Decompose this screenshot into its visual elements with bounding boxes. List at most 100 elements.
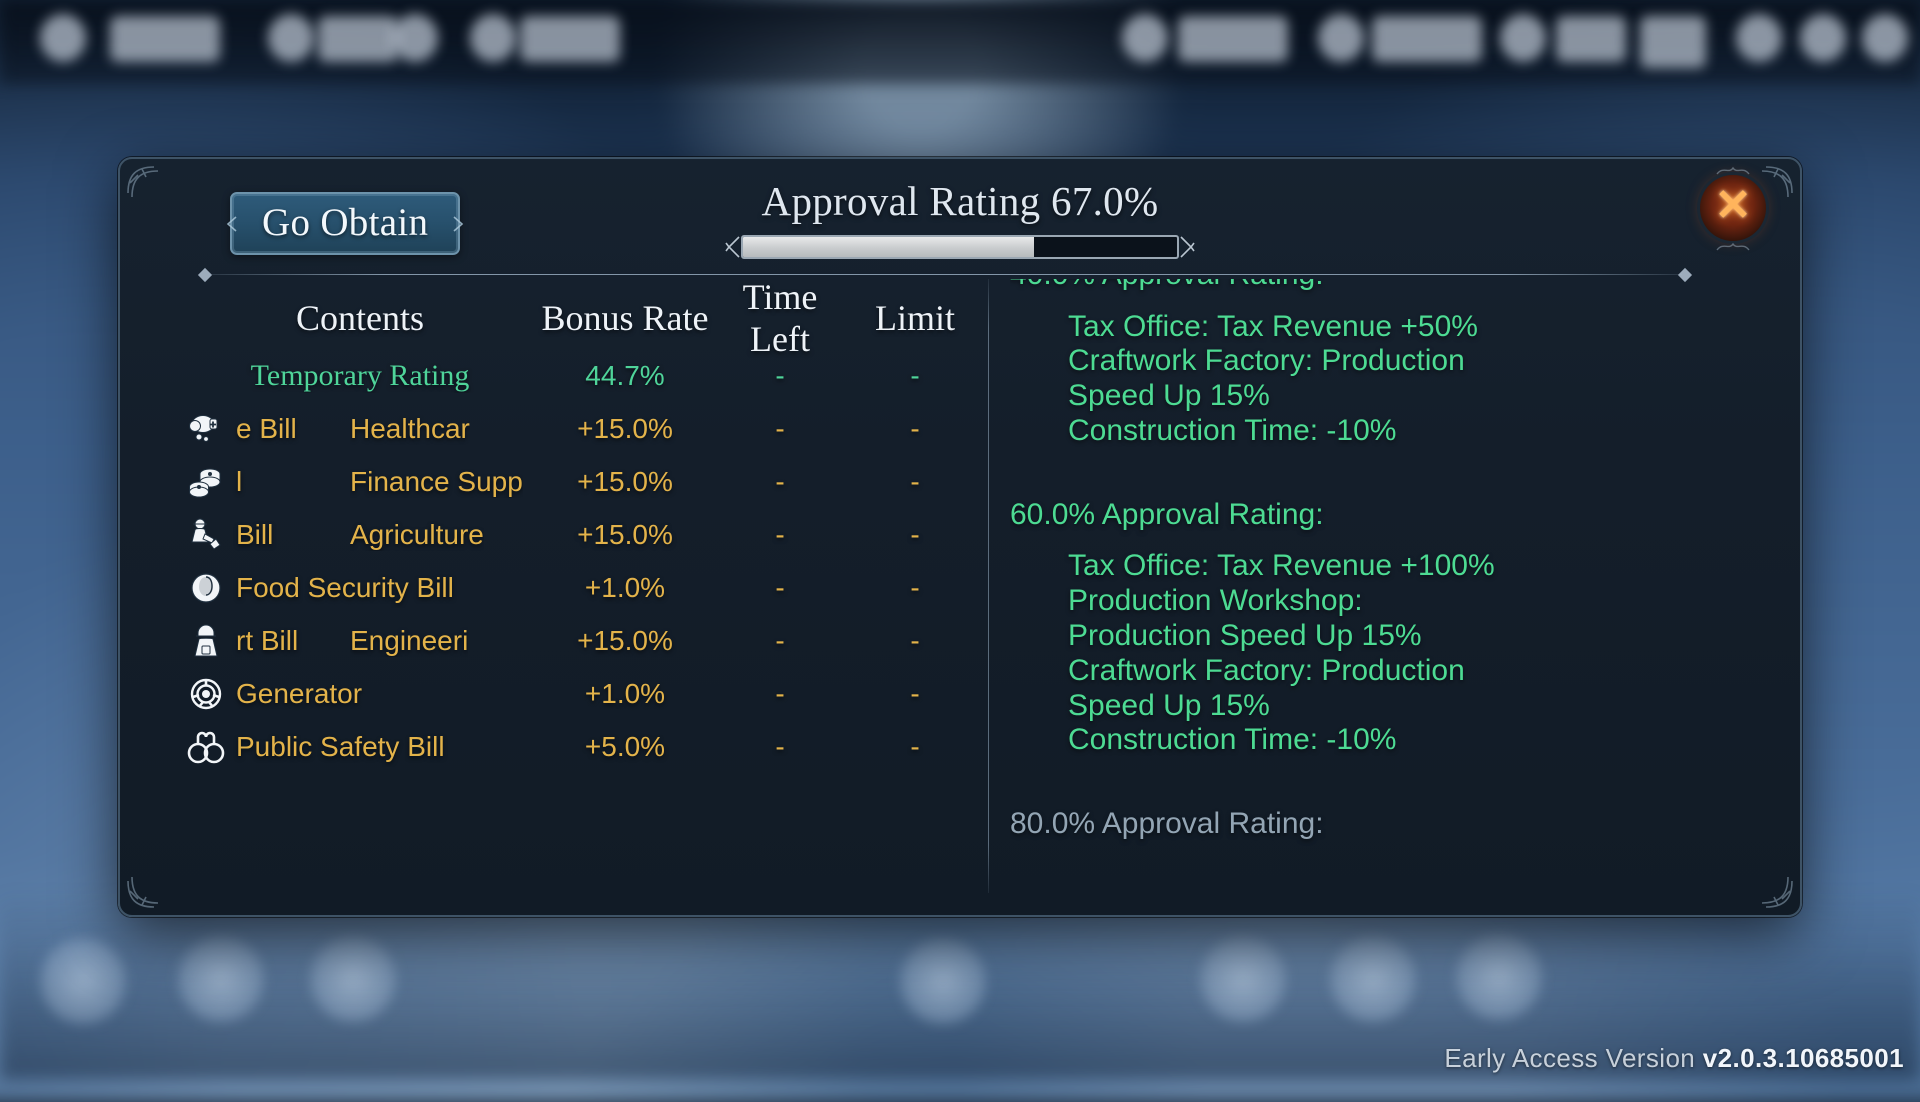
row-name-secondary: Agriculture — [350, 519, 484, 551]
engineer-icon — [184, 621, 228, 661]
row-name-primary: rt Bill — [236, 625, 298, 657]
row-name-primary: l — [236, 466, 242, 498]
version-label: Early Access Version v2.0.3.10685001 — [1444, 1043, 1904, 1074]
row-contents-cell: Generator — [180, 674, 540, 714]
row-contents-cell: Food Security Bill — [180, 568, 540, 608]
reward-line: Tax Office: Tax Revenue +100% — [1068, 549, 1774, 584]
row-contents-cell: rt Bill Engineeri — [180, 621, 540, 661]
table-row[interactable]: Food Security Bill+1.0%-- — [180, 561, 980, 614]
dialog-title: Approval Rating 67.0% — [120, 177, 1800, 225]
reward-line: Craftwork Factory: Production — [1068, 654, 1774, 689]
column-header-contents: Contents — [180, 297, 540, 339]
reward-tier: 40.0% Approval Rating:Tax Office: Tax Re… — [1010, 279, 1774, 449]
table-row[interactable]: Temporary Rating44.7%-- — [180, 349, 980, 402]
hud-value-7 — [1556, 16, 1626, 62]
approval-rating-dialog: ✕ Go Obtain Approval Rating 67.0% — [118, 157, 1802, 917]
hud-icon-resource-7 — [1500, 14, 1546, 62]
farmer-icon — [184, 515, 228, 555]
column-header-limit: Limit — [850, 297, 980, 339]
reward-line: Construction Time: -10% — [1068, 414, 1774, 449]
table-row[interactable]: e BillHealthcar+15.0%-- — [180, 402, 980, 455]
hud-icon-resource-4 — [470, 14, 516, 62]
bottom-hud-icon-7[interactable] — [1456, 934, 1542, 1020]
hud-button-menu[interactable] — [1862, 14, 1908, 62]
reward-line: Speed Up 15% — [1068, 379, 1774, 414]
bottom-hud-icon-5[interactable] — [1200, 936, 1286, 1022]
table-row[interactable]: Generator+1.0%-- — [180, 667, 980, 720]
reward-tier-body: Tax Office: Tax Revenue +100% Production … — [1010, 549, 1774, 758]
close-ornament-bottom — [1713, 240, 1753, 252]
row-contents-cell: Temporary Rating — [180, 359, 540, 393]
hud-button-settings[interactable] — [1736, 14, 1782, 62]
hud-icon-resource-1 — [40, 14, 86, 62]
rewards-panel: 40.0% Approval Rating:Tax Office: Tax Re… — [1010, 279, 1774, 897]
reward-line: Craftwork Factory: Production — [1068, 344, 1774, 379]
hud-icon-resource-2 — [268, 14, 314, 62]
row-bonus-rate: +15.0% — [540, 413, 710, 445]
row-name-secondary: Engineeri — [350, 625, 468, 657]
bottom-hud-icon-2[interactable] — [178, 936, 264, 1022]
table-row[interactable]: lFinance Supp+15.0%-- — [180, 455, 980, 508]
row-time-left: - — [710, 625, 850, 657]
row-time-left: - — [710, 466, 850, 498]
row-limit: - — [850, 413, 980, 445]
row-bonus-rate: +15.0% — [540, 519, 710, 551]
reward-tier-spacer — [1010, 453, 1774, 497]
bottom-hud-icon-6[interactable] — [1330, 936, 1416, 1022]
row-time-left: - — [710, 572, 850, 604]
table-row[interactable]: Public Safety Bill+5.0%-- — [180, 720, 980, 773]
hud-button-help[interactable] — [1800, 14, 1846, 62]
row-name-secondary: Finance Supp — [350, 466, 523, 498]
reward-line: Production Speed Up 15% — [1068, 619, 1774, 654]
divider-line — [208, 274, 1682, 275]
food-icon — [184, 568, 228, 608]
row-time-left: - — [710, 413, 850, 445]
column-divider — [988, 279, 989, 893]
bottom-hud-icon-4[interactable] — [900, 938, 986, 1024]
progress-fill — [743, 237, 1034, 257]
row-limit: - — [850, 678, 980, 710]
row-time-left: - — [710, 731, 850, 763]
bottom-hud-icon-3[interactable] — [310, 936, 396, 1022]
approval-progress-bar — [731, 235, 1189, 259]
table-body: Temporary Rating44.7%--e BillHealthcar+1… — [180, 349, 980, 773]
row-time-left: - — [710, 519, 850, 551]
row-name-primary: Food Security Bill — [236, 572, 454, 604]
handcuffs-icon — [184, 727, 228, 767]
reward-tier-heading: 60.0% Approval Rating: — [1010, 497, 1774, 534]
column-header-time-left: Time Left — [710, 276, 850, 360]
row-contents-cell: l Finance Supp — [180, 462, 540, 502]
row-bonus-rate: 44.7% — [540, 360, 710, 392]
hud-icon-resource-6 — [1318, 14, 1364, 62]
table-row[interactable]: rt BillEngineeri+15.0%-- — [180, 614, 980, 667]
table-row[interactable]: BillAgriculture+15.0%-- — [180, 508, 980, 561]
bottom-hud-icon-1[interactable] — [40, 938, 126, 1024]
row-name-primary: e Bill — [236, 413, 297, 445]
close-ornament-top — [1713, 164, 1753, 176]
row-limit: - — [850, 466, 980, 498]
row-limit: - — [850, 572, 980, 604]
corner-ornament-bottom-left — [124, 855, 180, 911]
column-header-bonus-rate: Bonus Rate — [540, 297, 710, 339]
reward-tier-spacer — [1010, 762, 1774, 806]
table-header-row: Contents Bonus Rate Time Left Limit — [180, 287, 980, 349]
row-contents-cell: Public Safety Bill — [180, 727, 540, 767]
version-prefix: Early Access Version — [1444, 1043, 1702, 1073]
coins-icon — [184, 462, 228, 502]
row-name-primary: Generator — [236, 678, 362, 710]
row-name-secondary: Healthcar — [350, 413, 470, 445]
row-name-primary: Bill — [236, 519, 273, 551]
reward-tier-body: Tax Office: Tax Revenue +50%Craftwork Fa… — [1010, 310, 1774, 449]
row-bonus-rate: +1.0% — [540, 678, 710, 710]
bonus-table: Contents Bonus Rate Time Left Limit Temp… — [180, 287, 980, 773]
row-limit: - — [850, 731, 980, 763]
hud-value-2 — [318, 16, 398, 62]
row-limit: - — [850, 519, 980, 551]
reward-tier: 80.0% Approval Rating: — [1010, 806, 1774, 843]
generator-icon — [184, 674, 228, 714]
row-time-left: - — [710, 678, 850, 710]
reward-tier-heading: 80.0% Approval Rating: — [1010, 806, 1774, 843]
healthcare-icon — [184, 409, 228, 449]
version-number: v2.0.3.10685001 — [1703, 1043, 1904, 1073]
hud-button-mail[interactable] — [1640, 16, 1706, 68]
